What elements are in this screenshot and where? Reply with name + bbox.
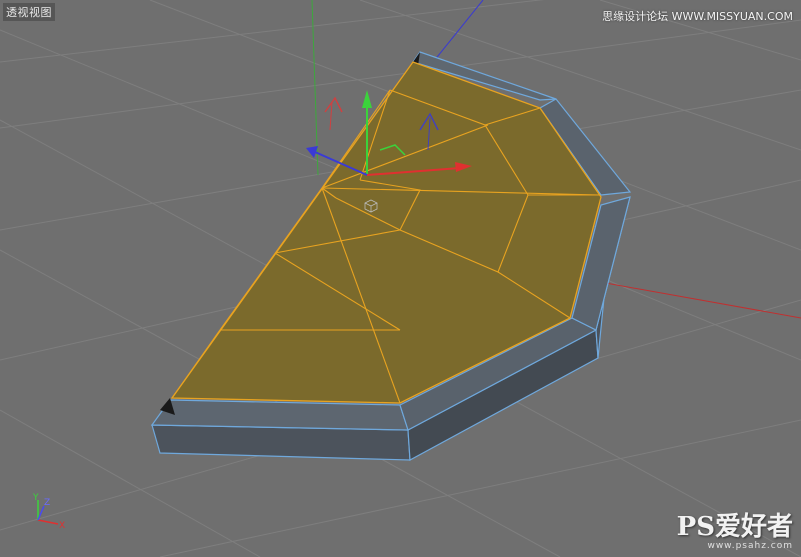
- mesh-rim-front: [150, 399, 409, 431]
- watermark-text: 思缘设计论坛 WWW.MISSYUAN.COM: [602, 10, 793, 23]
- site-logo: PS爱好者 www.psahz.com: [677, 513, 793, 551]
- scene-canvas[interactable]: Y Z X: [0, 0, 801, 557]
- axis-x-label: X: [59, 521, 65, 531]
- logo-main-text: PS爱好者: [676, 512, 793, 542]
- perspective-viewport[interactable]: Y Z X 透视视图 思缘设计论坛 WWW.MISSYUAN.COM PS爱好者…: [0, 0, 801, 557]
- viewport-title[interactable]: 透视视图: [3, 3, 55, 21]
- axis-y-label: Y: [32, 493, 39, 503]
- logo-url: www.psahz.com: [707, 541, 793, 551]
- axis-z-label: Z: [44, 498, 50, 508]
